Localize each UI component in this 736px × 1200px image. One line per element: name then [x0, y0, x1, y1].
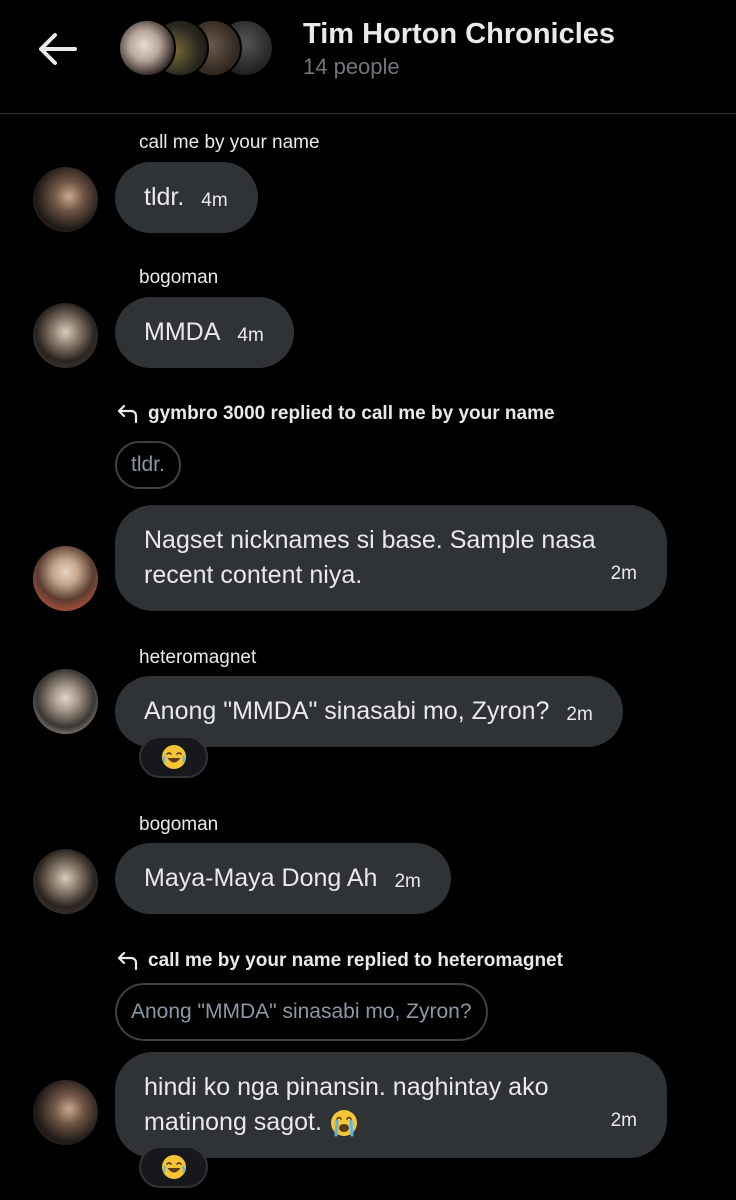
avatar[interactable] [33, 669, 98, 734]
reaction-badge[interactable] [139, 736, 208, 778]
message-timestamp: 4m [201, 190, 228, 211]
reply-info-text: call me by your name replied to heteroma… [148, 950, 563, 971]
laughing-emoji-icon [161, 745, 186, 769]
reply-info-text: gymbro 3000 replied to call me by your n… [148, 403, 555, 424]
reaction-badge[interactable] [139, 1146, 208, 1188]
conversation-header: Tim Horton Chronicles 14 people [0, 0, 736, 114]
member-count[interactable]: 14 people [303, 54, 400, 80]
sender-name: heteromagnet [139, 647, 257, 668]
conversation-title[interactable]: Tim Horton Chronicles [303, 18, 615, 51]
message-bubble[interactable]: Nagset nicknames si base. Sample nasa re… [115, 505, 667, 611]
sender-name: bogoman [139, 814, 219, 835]
avatar[interactable] [33, 546, 98, 611]
message-bubble[interactable]: hindi ko nga pinansin. naghintay ako mat… [115, 1052, 667, 1158]
quoted-message[interactable]: tldr. [115, 441, 181, 489]
reply-indicator: gymbro 3000 replied to call me by your n… [116, 403, 555, 425]
avatar[interactable] [33, 849, 98, 914]
message-timestamp: 2m [394, 871, 421, 892]
message-text-line: Nagset nicknames si base. Sample nasa [144, 526, 596, 554]
message-timestamp: 2m [610, 563, 637, 584]
quoted-message[interactable]: Anong "MMDA" sinasabi mo, Zyron? [115, 983, 488, 1041]
avatar[interactable] [33, 303, 98, 368]
message-text: tldr. [144, 183, 185, 211]
message-text: Anong "MMDA" sinasabi mo, Zyron? [144, 697, 550, 725]
message-bubble[interactable]: MMDA 4m [115, 297, 294, 368]
message-timestamp: 2m [566, 704, 593, 725]
message-text-line: hindi ko nga pinansin. naghintay ako [144, 1073, 549, 1101]
back-arrow-icon [39, 33, 77, 65]
message-text: Maya-Maya Dong Ah [144, 864, 378, 892]
message-text-line: matinong sagot. [144, 1108, 322, 1136]
message-text: MMDA [144, 318, 221, 346]
avatar[interactable] [33, 167, 98, 232]
laughing-emoji-icon [161, 1155, 186, 1179]
message-timestamp: 4m [237, 325, 264, 346]
sender-name: bogoman [139, 267, 219, 288]
back-button[interactable] [30, 26, 84, 72]
reply-indicator: call me by your name replied to heteroma… [116, 950, 563, 972]
group-avatar-stack[interactable] [118, 19, 278, 79]
message-text-line: recent content niya. [144, 561, 363, 589]
message-text-line-wrap: matinong sagot. [144, 1105, 638, 1140]
group-avatar [118, 19, 176, 77]
message-bubble[interactable]: Maya-Maya Dong Ah 2m [115, 843, 451, 914]
message-timestamp: 2m [610, 1110, 637, 1131]
avatar[interactable] [33, 1080, 98, 1145]
crying-emoji-icon [330, 1109, 357, 1136]
reply-arrow-icon [117, 951, 138, 971]
message-bubble[interactable]: tldr. 4m [115, 162, 258, 233]
reply-arrow-icon [117, 404, 138, 424]
sender-name: call me by your name [139, 132, 320, 153]
